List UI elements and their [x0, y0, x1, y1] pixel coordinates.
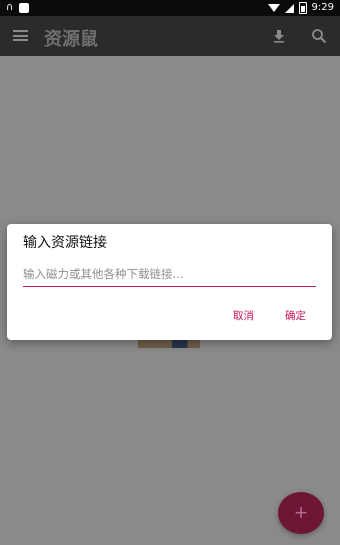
- status-time: 9:29: [311, 2, 334, 13]
- download-icon[interactable]: [271, 28, 287, 44]
- link-input[interactable]: [23, 262, 316, 287]
- status-right: 9:29: [267, 2, 334, 14]
- input-link-dialog: 输入资源链接 取消 确定: [7, 224, 332, 340]
- status-left: ∩: [6, 2, 30, 14]
- menu-icon[interactable]: [13, 30, 28, 41]
- app-title: 资源鼠: [44, 29, 98, 50]
- confirm-button[interactable]: 确定: [281, 306, 310, 325]
- search-icon[interactable]: [311, 28, 327, 44]
- app-bar: 资源鼠: [0, 16, 340, 56]
- status-bar: ∩ 9:29: [0, 0, 340, 16]
- headset-icon: ∩: [6, 2, 14, 13]
- dialog-title: 输入资源链接: [23, 235, 107, 251]
- plus-icon: +: [294, 500, 308, 525]
- wifi-icon: [267, 4, 280, 12]
- battery-icon: [298, 2, 307, 14]
- signal-icon: [284, 3, 294, 13]
- add-fab-button[interactable]: +: [278, 492, 324, 534]
- cancel-button[interactable]: 取消: [229, 306, 258, 325]
- notification-icon: [19, 3, 30, 13]
